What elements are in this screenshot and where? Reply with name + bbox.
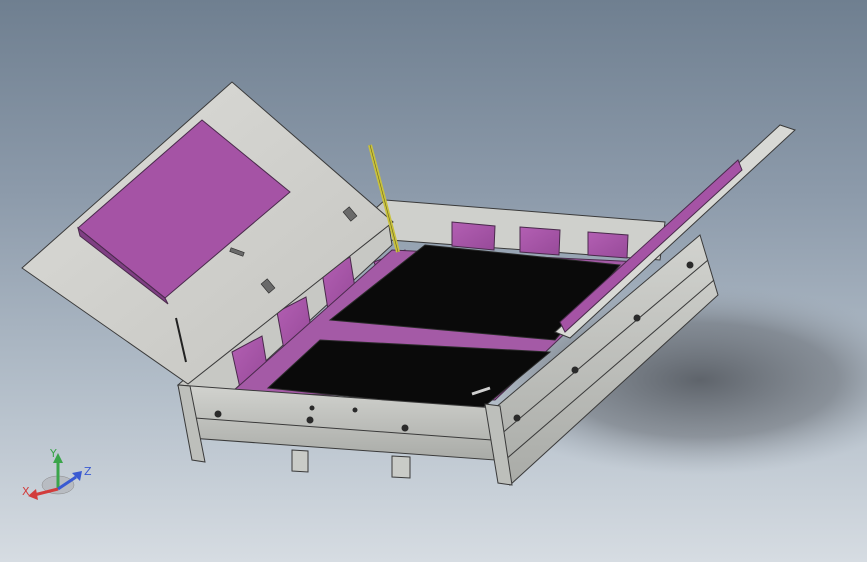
base-skids [291, 449, 411, 479]
coordinate-triad: Y X Z [22, 447, 92, 500]
x-axis-arrow-icon [28, 487, 59, 500]
z-axis-label: Z [84, 465, 92, 478]
model-view[interactable] [0, 0, 867, 562]
graphics-viewport[interactable]: Y X Z [0, 0, 867, 562]
y-axis-label: Y [49, 447, 57, 460]
x-axis-label: X [22, 485, 30, 498]
